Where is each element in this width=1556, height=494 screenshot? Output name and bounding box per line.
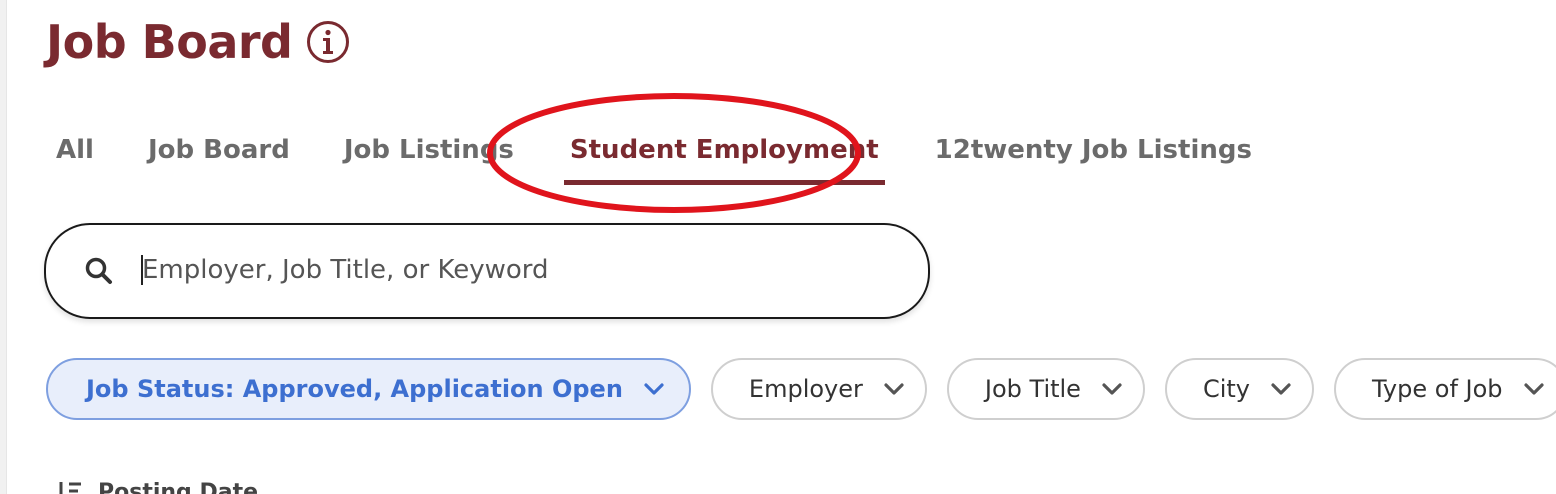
tab-bar: All Job Board Job Listings Student Emplo… <box>52 126 1302 190</box>
tab-label: Job Board <box>147 135 290 165</box>
filter-type-of-job[interactable]: Type of Job <box>1334 358 1556 420</box>
tab-job-listings[interactable]: Job Listings <box>340 126 518 174</box>
chevron-down-icon <box>1523 383 1544 395</box>
left-panel-edge <box>0 0 7 494</box>
text-caret <box>141 255 143 285</box>
chevron-down-icon <box>644 383 664 395</box>
info-circle-icon[interactable] <box>306 20 350 64</box>
chevron-down-icon <box>1271 383 1291 395</box>
tab-label: All <box>56 135 94 165</box>
tab-12twenty-job-listings[interactable]: 12twenty Job Listings <box>931 126 1256 174</box>
active-tab-underline <box>563 180 885 185</box>
search-icon <box>85 257 112 284</box>
tab-label: Job Listings <box>343 135 514 165</box>
filter-label: Employer <box>748 375 863 403</box>
tab-job-board[interactable]: Job Board <box>144 126 294 174</box>
sort-icon <box>59 482 81 494</box>
tab-all[interactable]: All <box>52 126 98 174</box>
tab-label: Student Employment <box>569 135 879 165</box>
filter-bar: Job Status: Approved, Application Open E… <box>46 357 1556 421</box>
job-board-page: Job Board All Job Board Job Listings Stu… <box>0 0 1556 494</box>
filter-employer[interactable]: Employer <box>710 358 927 420</box>
chevron-down-icon <box>1102 383 1122 395</box>
page-title: Job Board <box>46 15 293 69</box>
filter-label: Job Title <box>984 375 1081 403</box>
filter-job-title[interactable]: Job Title <box>946 358 1145 420</box>
sort-label: Posting Date <box>98 479 259 494</box>
filter-label: Type of Job <box>1372 375 1503 403</box>
sort-control[interactable]: Posting Date <box>54 478 258 494</box>
search-box <box>44 223 930 319</box>
filter-label: Job Status: Approved, Application Open <box>86 375 623 403</box>
filter-job-status[interactable]: Job Status: Approved, Application Open <box>46 358 691 420</box>
filter-city[interactable]: City <box>1164 358 1314 420</box>
tab-label: 12twenty Job Listings <box>934 135 1252 165</box>
tab-student-employment[interactable]: Student Employment <box>563 126 885 185</box>
search-input[interactable] <box>142 245 902 295</box>
filter-label: City <box>1202 375 1250 403</box>
chevron-down-icon <box>884 383 904 395</box>
title-row: Job Board <box>46 14 350 70</box>
